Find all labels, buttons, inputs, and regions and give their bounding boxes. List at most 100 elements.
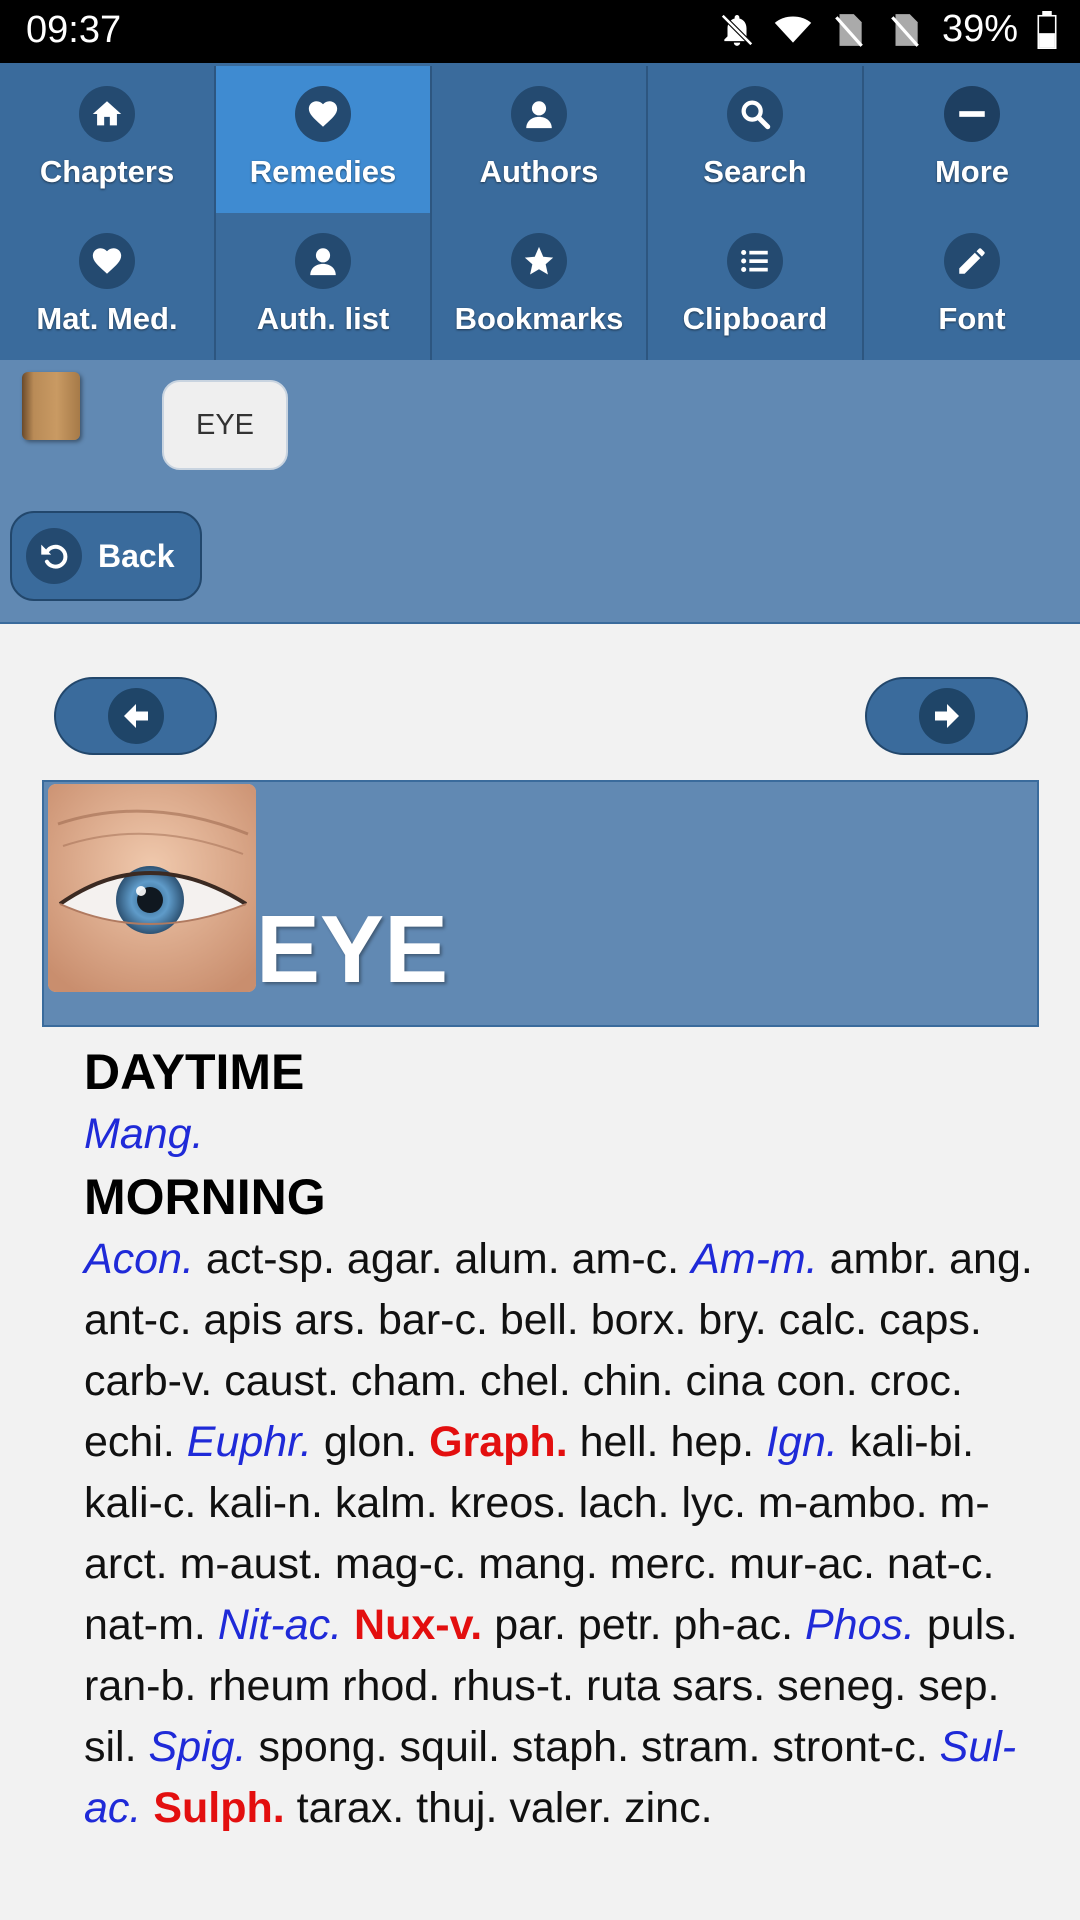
back-button[interactable]: Back [10, 511, 202, 601]
remedy-link[interactable]: glon. [324, 1418, 417, 1466]
remedy-link[interactable]: seneg. [777, 1662, 906, 1710]
remedy-link[interactable]: lyc. [681, 1479, 746, 1527]
remedy-link[interactable]: thuj. [416, 1784, 497, 1832]
remedy-link[interactable]: kali-c. [84, 1479, 196, 1527]
remedy-link[interactable]: calc. [779, 1296, 867, 1344]
battery-icon [1037, 10, 1057, 49]
remedy-link[interactable]: kali-n. [208, 1479, 323, 1527]
remedy-link[interactable]: ambr. [830, 1235, 938, 1283]
remedy-link[interactable]: m-ambo. [758, 1479, 928, 1527]
no-sim-icon [835, 13, 863, 47]
remedy-link[interactable]: rhus-t. [452, 1662, 574, 1710]
toolbar-search[interactable]: Search [648, 66, 864, 213]
remedy-link[interactable]: sars. [672, 1662, 765, 1710]
remedy-link[interactable]: sep. [918, 1662, 999, 1710]
remedy-link[interactable]: Nit-ac. [218, 1601, 342, 1649]
remedy-link[interactable]: Mang. [84, 1110, 204, 1158]
remedy-link[interactable]: mang. [478, 1540, 598, 1588]
remedy-link[interactable]: staph. [512, 1723, 629, 1771]
remedy-link[interactable]: Am-m. [691, 1235, 818, 1283]
remedy-link[interactable]: stront-c. [772, 1723, 927, 1771]
remedy-link[interactable]: merc. [610, 1540, 718, 1588]
remedy-link[interactable]: nat-m. [84, 1601, 206, 1649]
remedy-link[interactable]: kali-bi. [850, 1418, 974, 1466]
remedy-link[interactable]: valer. [509, 1784, 612, 1832]
remedy-link[interactable]: mur-ac. [729, 1540, 875, 1588]
remedy-link[interactable]: stram. [641, 1723, 760, 1771]
remedy-link[interactable]: puls. [927, 1601, 1018, 1649]
status-icons: 39% [718, 8, 1058, 51]
remedy-link[interactable]: apis [204, 1296, 283, 1344]
remedy-link[interactable]: hell. [580, 1418, 659, 1466]
remedy-link[interactable]: caust. [224, 1357, 339, 1405]
remedy-link[interactable]: kalm. [335, 1479, 438, 1527]
remedy-link[interactable]: act-sp. [206, 1235, 335, 1283]
toolbar-label: Mat. Med. [36, 301, 178, 336]
remedy-link[interactable]: borx. [591, 1296, 687, 1344]
toolbar-font[interactable]: Font [864, 213, 1080, 360]
previous-button[interactable] [54, 677, 217, 755]
remedy-link[interactable]: cina [686, 1357, 765, 1405]
remedy-link[interactable]: lach. [579, 1479, 670, 1527]
toolbar-more[interactable]: More [864, 66, 1080, 213]
rubric-heading[interactable]: DAYTIME [84, 1040, 1044, 1104]
remedy-link[interactable]: carb-v. [84, 1357, 212, 1405]
remedy-link[interactable]: m-aust. [180, 1540, 323, 1588]
remedy-link[interactable]: bar-c. [378, 1296, 488, 1344]
toolbar-auth-list[interactable]: Auth. list [216, 213, 432, 360]
remedy-link[interactable]: agar. [347, 1235, 443, 1283]
remedy-link[interactable]: Nux-v. [354, 1601, 482, 1649]
remedy-link[interactable]: tarax. [297, 1784, 405, 1832]
remedy-link[interactable]: ruta [586, 1662, 660, 1710]
remedy-link[interactable]: chin. [583, 1357, 674, 1405]
remedy-link[interactable]: hep. [670, 1418, 754, 1466]
remedy-link[interactable]: alum. [455, 1235, 560, 1283]
toolbar-mat-med[interactable]: Mat. Med. [0, 213, 216, 360]
remedy-link[interactable]: ran-b. [84, 1662, 196, 1710]
remedy-link[interactable]: echi. [84, 1418, 175, 1466]
remedy-link[interactable]: bell. [500, 1296, 579, 1344]
rubric-heading[interactable]: MORNING [84, 1165, 1044, 1229]
toolbar-label: Font [938, 301, 1006, 336]
toolbar-chapters[interactable]: Chapters [0, 66, 216, 213]
toolbar-remedies[interactable]: Remedies [216, 66, 432, 213]
toolbar-bookmarks[interactable]: Bookmarks [432, 213, 648, 360]
remedy-link[interactable]: ph-ac. [674, 1601, 794, 1649]
remedy-link[interactable]: ant-c. [84, 1296, 192, 1344]
remedy-link[interactable]: croc. [870, 1357, 963, 1405]
book-icon[interactable] [22, 372, 80, 440]
toolbar-clipboard[interactable]: Clipboard [648, 213, 864, 360]
wifi-icon [774, 16, 812, 43]
remedy-link[interactable]: rheum [208, 1662, 330, 1710]
remedy-link[interactable]: Spig. [149, 1723, 247, 1771]
remedy-link[interactable]: zinc. [624, 1784, 712, 1832]
remedy-link[interactable]: ang. [949, 1235, 1033, 1283]
remedy-link[interactable]: Acon. [84, 1235, 194, 1283]
remedy-link[interactable]: con. [776, 1357, 857, 1405]
no-sim-icon-2 [891, 13, 919, 47]
remedy-link[interactable]: sil. [84, 1723, 137, 1771]
remedy-link[interactable]: Phos. [805, 1601, 915, 1649]
breadcrumb-chip[interactable]: EYE [162, 380, 288, 470]
remedy-link[interactable]: am-c. [572, 1235, 680, 1283]
remedy-link[interactable]: Graph. [429, 1418, 568, 1466]
toolbar-authors[interactable]: Authors [432, 66, 648, 213]
remedy-link[interactable]: ars. [294, 1296, 366, 1344]
remedy-link[interactable]: bry. [698, 1296, 767, 1344]
remedy-link[interactable]: spong. [258, 1723, 387, 1771]
remedy-link[interactable]: petr. [578, 1601, 662, 1649]
next-button[interactable] [865, 677, 1028, 755]
remedy-link[interactable]: Sulph. [153, 1784, 284, 1832]
remedy-link[interactable]: nat-c. [887, 1540, 995, 1588]
remedy-link[interactable]: par. [494, 1601, 566, 1649]
back-label: Back [98, 537, 175, 574]
remedy-link[interactable]: squil. [400, 1723, 500, 1771]
remedy-link[interactable]: mag-c. [335, 1540, 466, 1588]
remedy-link[interactable]: chel. [480, 1357, 571, 1405]
remedy-link[interactable]: rhod. [342, 1662, 440, 1710]
remedy-link[interactable]: cham. [351, 1357, 468, 1405]
remedy-link[interactable]: caps. [879, 1296, 982, 1344]
remedy-link[interactable]: Ign. [766, 1418, 838, 1466]
remedy-link[interactable]: Euphr. [187, 1418, 312, 1466]
remedy-link[interactable]: kreos. [450, 1479, 567, 1527]
